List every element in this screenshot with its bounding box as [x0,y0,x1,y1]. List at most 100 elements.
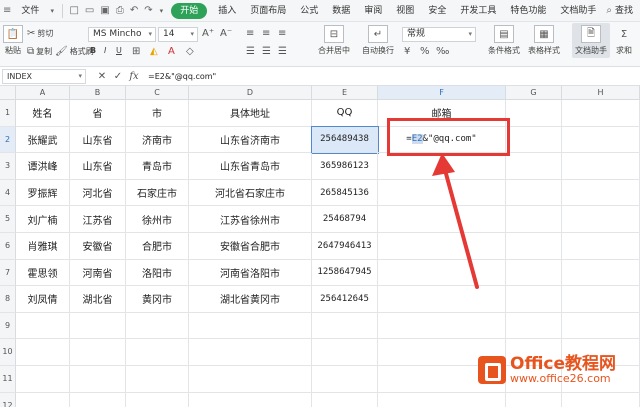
row-header-2[interactable]: 2 [0,126,16,154]
cell-a4[interactable]: 罗振辉 [16,179,70,207]
cell-b8[interactable]: 湖北省 [70,286,126,313]
align-top-button[interactable]: ≡ [246,28,254,39]
cell-d5[interactable]: 江苏省徐州市 [189,206,312,233]
row-header-8[interactable]: 8 [0,286,16,313]
doc-assistant-button[interactable]: 🗎 文档助手 [572,23,610,58]
fill-color-button[interactable]: ◭ [150,46,158,57]
clear-format-button[interactable]: ◇ [186,46,194,57]
open-folder-icon[interactable]: ▭ [85,5,94,17]
cell-b7[interactable]: 河南省 [70,259,126,287]
tab-review[interactable]: 审阅 [357,0,389,22]
cell-e12[interactable] [312,392,378,407]
cell-c9[interactable] [126,312,189,340]
cell-d12[interactable] [189,392,312,407]
cell-c5[interactable]: 徐州市 [126,206,189,233]
thousands-button[interactable]: ‰ [436,46,449,57]
cell-d6[interactable]: 安徽省合肥市 [189,233,312,260]
cell-c1[interactable]: 市 [126,100,189,127]
column-header-f[interactable]: F [378,86,506,100]
cell-d9[interactable] [189,312,312,340]
cell-b1[interactable]: 省 [70,100,126,127]
cell-a5[interactable]: 刘广楠 [16,206,70,233]
row-header-4[interactable]: 4 [0,179,16,207]
row-header-1[interactable]: 1 [0,100,16,127]
font-grow-button[interactable]: A⁺ [202,28,214,39]
tab-doc-assistant[interactable]: 文档助手 [553,0,603,22]
tab-data[interactable]: 数据 [325,0,357,22]
cell-h1[interactable] [562,100,640,127]
cell-b2[interactable]: 山东省 [70,126,126,154]
cell-a7[interactable]: 霍思领 [16,259,70,287]
font-size-select[interactable]: 14 ▾ [158,27,198,42]
cell-d8[interactable]: 湖北省黄冈市 [189,286,312,313]
cell-g5[interactable] [506,206,562,233]
cell-e4[interactable]: 265845136 [312,179,378,207]
cell-g8[interactable] [506,286,562,313]
align-left-button[interactable]: ☰ [246,46,255,57]
tab-insert[interactable]: 插入 [211,0,243,22]
cell-b5[interactable]: 江苏省 [70,206,126,233]
cancel-icon[interactable]: ✕ [94,71,110,82]
cell-e9[interactable] [312,312,378,340]
tab-special-features[interactable]: 特色功能 [503,0,553,22]
cell-c10[interactable] [126,339,189,366]
format-painter-button[interactable]: 🖌 格式刷 [55,46,94,57]
column-header-h[interactable]: H [562,86,640,100]
column-header-a[interactable]: A [16,86,70,100]
cell-g4[interactable] [506,179,562,207]
number-format-select[interactable]: 常规 ▾ [402,27,476,42]
currency-button[interactable]: ¥ [404,46,410,57]
cell-a10[interactable] [16,339,70,366]
cell-b12[interactable] [70,392,126,407]
save-icon[interactable]: ▣ [100,5,109,17]
row-header-5[interactable]: 5 [0,206,16,233]
cell-b9[interactable] [70,312,126,340]
cell-g1[interactable] [506,100,562,127]
row-header-12[interactable]: 12 [0,392,16,407]
cell-h8[interactable] [562,286,640,313]
tab-home[interactable]: 开始 [171,2,208,19]
cell-c11[interactable] [126,366,189,393]
cell-d4[interactable]: 河北省石家庄市 [189,179,312,207]
cell-a9[interactable] [16,312,70,340]
cell-f12[interactable] [378,392,506,407]
cell-f6[interactable] [378,233,506,260]
tab-formulas[interactable]: 公式 [293,0,325,22]
cell-g9[interactable] [506,312,562,340]
font-color-button[interactable]: A [168,46,175,57]
row-header-11[interactable]: 11 [0,366,16,393]
cell-c12[interactable] [126,392,189,407]
name-box[interactable]: INDEX ▾ [2,68,86,84]
select-all-corner[interactable] [0,86,16,100]
cell-d3[interactable]: 山东省青岛市 [189,153,312,180]
tab-page-layout[interactable]: 页面布局 [243,0,293,22]
cut-button[interactable]: ✂ 剪切 [27,28,53,39]
menu-icon[interactable]: ≡ [3,5,11,17]
cell-a6[interactable]: 肖雅琪 [16,233,70,260]
cell-b6[interactable]: 安徽省 [70,233,126,260]
cell-f3[interactable] [378,153,506,180]
column-header-b[interactable]: B [70,86,126,100]
cell-g7[interactable] [506,259,562,287]
align-middle-button[interactable]: ≡ [262,28,270,39]
align-center-button[interactable]: ☰ [262,46,271,57]
cell-a12[interactable] [16,392,70,407]
cell-e1[interactable]: QQ [312,100,378,127]
border-button[interactable]: ⊞ [132,46,140,57]
italic-button[interactable]: I [104,46,106,55]
cell-d7[interactable]: 河南省洛阳市 [189,259,312,287]
cell-c4[interactable]: 石家庄市 [126,179,189,207]
row-header-10[interactable]: 10 [0,339,16,366]
row-header-7[interactable]: 7 [0,259,16,287]
align-right-button[interactable]: ☰ [278,46,287,57]
cell-b3[interactable]: 山东省 [70,153,126,180]
align-bottom-button[interactable]: ≡ [278,28,286,39]
cell-h5[interactable] [562,206,640,233]
cell-e2[interactable]: 256489438 [311,125,379,155]
cell-h12[interactable] [562,392,640,407]
cell-c8[interactable]: 黄冈市 [126,286,189,313]
cell-b11[interactable] [70,366,126,393]
cell-f7[interactable] [378,259,506,287]
search-label[interactable]: 查找 [615,0,640,22]
wrap-text-button[interactable]: ↵ 自动换行 [362,25,394,56]
